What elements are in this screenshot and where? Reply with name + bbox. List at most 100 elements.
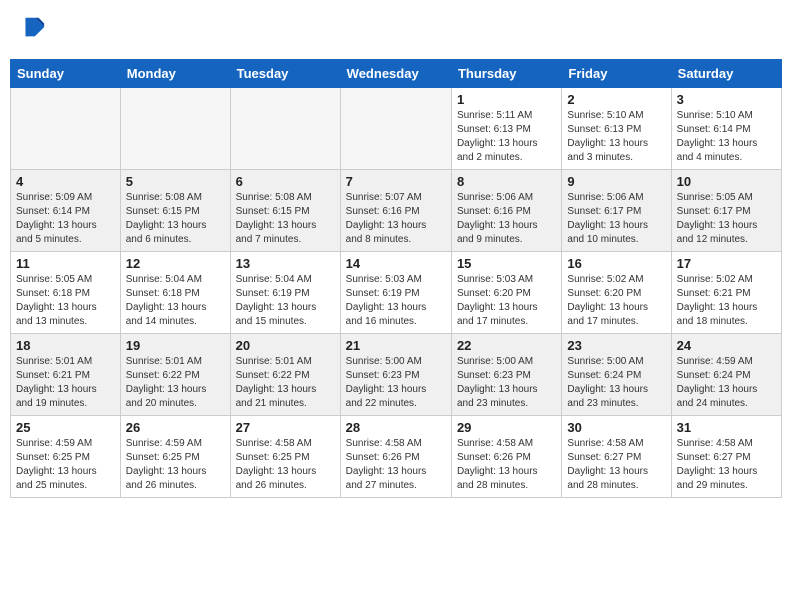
calendar-cell: 15 Sunrise: 5:03 AM Sunset: 6:20 PM Dayli… xyxy=(451,251,561,333)
day-number: 24 xyxy=(677,338,776,353)
calendar-cell: 19Sunrise: 5:01 AM Sunset: 6:22 PM Dayli… xyxy=(120,333,230,415)
day-number: 6 xyxy=(236,174,335,189)
day-info: Sunrise: 5:00 AM Sunset: 6:23 PM Dayligh… xyxy=(346,355,446,411)
day-info: Sunrise: 4:58 AM Sunset: 6:26 PM Dayligh… xyxy=(346,437,446,493)
calendar-cell: 31 Sunrise: 4:58 AM Sunset: 6:27 PM Dayli… xyxy=(671,415,781,497)
calendar-cell: 27 Sunrise: 4:58 AM Sunset: 6:25 PM Dayli… xyxy=(230,415,340,497)
day-info: Sunrise: 4:58 AM Sunset: 6:26 PM Dayligh… xyxy=(457,437,556,493)
day-number: 30 xyxy=(567,420,665,435)
calendar-cell: 11 Sunrise: 5:05 AM Sunset: 6:18 PM Dayli… xyxy=(11,251,121,333)
calendar-cell xyxy=(11,87,121,169)
calendar-cell: 21 Sunrise: 5:00 AM Sunset: 6:23 PM Dayli… xyxy=(340,333,451,415)
day-info: Sunrise: 5:11 AM Sunset: 6:13 PM Dayligh… xyxy=(457,109,556,165)
day-number: 29 xyxy=(457,420,556,435)
day-info: Sunrise: 5:01 AM Sunset: 6:21 PM Dayligh… xyxy=(16,355,115,411)
calendar-cell: 20Sunrise: 5:01 AM Sunset: 6:22 PM Dayli… xyxy=(230,333,340,415)
calendar-cell: 1 Sunrise: 5:11 AM Sunset: 6:13 PM Daylig… xyxy=(451,87,561,169)
day-info: Sunrise: 4:58 AM Sunset: 6:25 PM Dayligh… xyxy=(236,437,335,493)
day-number: 1 xyxy=(457,92,556,107)
calendar-cell: 13 Sunrise: 5:04 AM Sunset: 6:19 PM Dayli… xyxy=(230,251,340,333)
day-number: 13 xyxy=(236,256,335,271)
calendar-cell: 24 Sunrise: 4:59 AM Sunset: 6:24 PM Dayli… xyxy=(671,333,781,415)
day-number: 5 xyxy=(126,174,225,189)
logo-icon xyxy=(18,14,46,42)
day-info: Sunrise: 5:00 AM Sunset: 6:24 PM Dayligh… xyxy=(567,355,665,411)
calendar-cell: 30 Sunrise: 4:58 AM Sunset: 6:27 PM Dayli… xyxy=(562,415,671,497)
day-info: Sunrise: 5:10 AM Sunset: 6:13 PM Dayligh… xyxy=(567,109,665,165)
weekday-header-wednesday: Wednesday xyxy=(340,59,451,87)
calendar-cell: 4Sunrise: 5:09 AM Sunset: 6:14 PM Daylig… xyxy=(11,169,121,251)
calendar-cell: 14Sunrise: 5:03 AM Sunset: 6:19 PM Dayli… xyxy=(340,251,451,333)
day-info: Sunrise: 4:58 AM Sunset: 6:27 PM Dayligh… xyxy=(677,437,776,493)
day-number: 14 xyxy=(346,256,446,271)
day-info: Sunrise: 5:04 AM Sunset: 6:19 PM Dayligh… xyxy=(236,273,335,329)
week-row-1: 1 Sunrise: 5:11 AM Sunset: 6:13 PM Daylig… xyxy=(11,87,782,169)
day-number: 16 xyxy=(567,256,665,271)
calendar-cell: 12Sunrise: 5:04 AM Sunset: 6:18 PM Dayli… xyxy=(120,251,230,333)
day-info: Sunrise: 5:06 AM Sunset: 6:17 PM Dayligh… xyxy=(567,191,665,247)
day-number: 17 xyxy=(677,256,776,271)
day-number: 25 xyxy=(16,420,115,435)
day-info: Sunrise: 5:10 AM Sunset: 6:14 PM Dayligh… xyxy=(677,109,776,165)
logo xyxy=(16,14,46,47)
calendar-cell: 29 Sunrise: 4:58 AM Sunset: 6:26 PM Dayli… xyxy=(451,415,561,497)
day-info: Sunrise: 5:05 AM Sunset: 6:17 PM Dayligh… xyxy=(677,191,776,247)
weekday-header-row: SundayMondayTuesdayWednesdayThursdayFrid… xyxy=(11,59,782,87)
day-info: Sunrise: 5:07 AM Sunset: 6:16 PM Dayligh… xyxy=(346,191,446,247)
day-number: 21 xyxy=(346,338,446,353)
calendar-cell: 16 Sunrise: 5:02 AM Sunset: 6:20 PM Dayli… xyxy=(562,251,671,333)
week-row-5: 25 Sunrise: 4:59 AM Sunset: 6:25 PM Dayli… xyxy=(11,415,782,497)
calendar-cell: 25 Sunrise: 4:59 AM Sunset: 6:25 PM Dayli… xyxy=(11,415,121,497)
calendar-cell: 23 Sunrise: 5:00 AM Sunset: 6:24 PM Dayli… xyxy=(562,333,671,415)
weekday-header-saturday: Saturday xyxy=(671,59,781,87)
weekday-header-friday: Friday xyxy=(562,59,671,87)
calendar-cell: 3 Sunrise: 5:10 AM Sunset: 6:14 PM Daylig… xyxy=(671,87,781,169)
week-row-3: 11 Sunrise: 5:05 AM Sunset: 6:18 PM Dayli… xyxy=(11,251,782,333)
day-number: 12 xyxy=(126,256,225,271)
weekday-header-sunday: Sunday xyxy=(11,59,121,87)
day-number: 26 xyxy=(126,420,225,435)
day-number: 11 xyxy=(16,256,115,271)
day-info: Sunrise: 4:58 AM Sunset: 6:27 PM Dayligh… xyxy=(567,437,665,493)
day-info: Sunrise: 5:02 AM Sunset: 6:20 PM Dayligh… xyxy=(567,273,665,329)
calendar-cell xyxy=(230,87,340,169)
calendar-cell: 17Sunrise: 5:02 AM Sunset: 6:21 PM Dayli… xyxy=(671,251,781,333)
day-number: 18 xyxy=(16,338,115,353)
day-number: 19 xyxy=(126,338,225,353)
day-number: 31 xyxy=(677,420,776,435)
calendar-cell: 6 Sunrise: 5:08 AM Sunset: 6:15 PM Daylig… xyxy=(230,169,340,251)
day-number: 15 xyxy=(457,256,556,271)
weekday-header-monday: Monday xyxy=(120,59,230,87)
day-info: Sunrise: 5:08 AM Sunset: 6:15 PM Dayligh… xyxy=(126,191,225,247)
day-number: 3 xyxy=(677,92,776,107)
calendar-cell: 28Sunrise: 4:58 AM Sunset: 6:26 PM Dayli… xyxy=(340,415,451,497)
day-info: Sunrise: 5:05 AM Sunset: 6:18 PM Dayligh… xyxy=(16,273,115,329)
page-header xyxy=(10,10,782,51)
calendar-cell: 5 Sunrise: 5:08 AM Sunset: 6:15 PM Daylig… xyxy=(120,169,230,251)
week-row-4: 18 Sunrise: 5:01 AM Sunset: 6:21 PM Dayli… xyxy=(11,333,782,415)
weekday-header-tuesday: Tuesday xyxy=(230,59,340,87)
day-number: 10 xyxy=(677,174,776,189)
calendar-cell: 7 Sunrise: 5:07 AM Sunset: 6:16 PM Daylig… xyxy=(340,169,451,251)
day-info: Sunrise: 5:08 AM Sunset: 6:15 PM Dayligh… xyxy=(236,191,335,247)
day-number: 22 xyxy=(457,338,556,353)
calendar-cell: 10 Sunrise: 5:05 AM Sunset: 6:17 PM Dayli… xyxy=(671,169,781,251)
day-info: Sunrise: 5:09 AM Sunset: 6:14 PM Dayligh… xyxy=(16,191,115,247)
day-number: 23 xyxy=(567,338,665,353)
day-info: Sunrise: 5:06 AM Sunset: 6:16 PM Dayligh… xyxy=(457,191,556,247)
day-number: 8 xyxy=(457,174,556,189)
day-number: 9 xyxy=(567,174,665,189)
calendar-cell: 2Sunrise: 5:10 AM Sunset: 6:13 PM Daylig… xyxy=(562,87,671,169)
weekday-header-thursday: Thursday xyxy=(451,59,561,87)
day-number: 20 xyxy=(236,338,335,353)
day-number: 7 xyxy=(346,174,446,189)
calendar-cell: 22Sunrise: 5:00 AM Sunset: 6:23 PM Dayli… xyxy=(451,333,561,415)
calendar-cell: 26Sunrise: 4:59 AM Sunset: 6:25 PM Dayli… xyxy=(120,415,230,497)
calendar: SundayMondayTuesdayWednesdayThursdayFrid… xyxy=(10,59,782,498)
calendar-cell xyxy=(120,87,230,169)
day-number: 27 xyxy=(236,420,335,435)
day-info: Sunrise: 5:03 AM Sunset: 6:20 PM Dayligh… xyxy=(457,273,556,329)
calendar-cell: 18 Sunrise: 5:01 AM Sunset: 6:21 PM Dayli… xyxy=(11,333,121,415)
day-info: Sunrise: 4:59 AM Sunset: 6:25 PM Dayligh… xyxy=(16,437,115,493)
day-info: Sunrise: 4:59 AM Sunset: 6:24 PM Dayligh… xyxy=(677,355,776,411)
